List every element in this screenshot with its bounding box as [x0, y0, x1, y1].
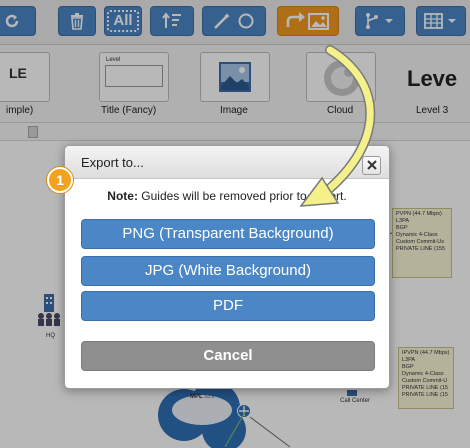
- dialog-header: Export to...: [65, 146, 389, 179]
- dialog-title: Export to...: [81, 155, 144, 170]
- note-text: Guides will be removed prior to export.: [137, 189, 347, 203]
- note-label: Note:: [107, 189, 138, 203]
- dialog-close-button[interactable]: [362, 156, 381, 175]
- close-icon: [366, 157, 377, 175]
- cancel-button[interactable]: Cancel: [81, 341, 375, 371]
- export-png-button[interactable]: PNG (Transparent Background): [81, 219, 375, 249]
- export-dialog: Export to... Note: Guides will be remove…: [64, 145, 390, 389]
- export-jpg-button[interactable]: JPG (White Background): [81, 256, 375, 286]
- step-number-badge: 1: [47, 167, 73, 193]
- export-pdf-button[interactable]: PDF: [81, 291, 375, 321]
- dialog-note: Note: Guides will be removed prior to ex…: [65, 189, 389, 203]
